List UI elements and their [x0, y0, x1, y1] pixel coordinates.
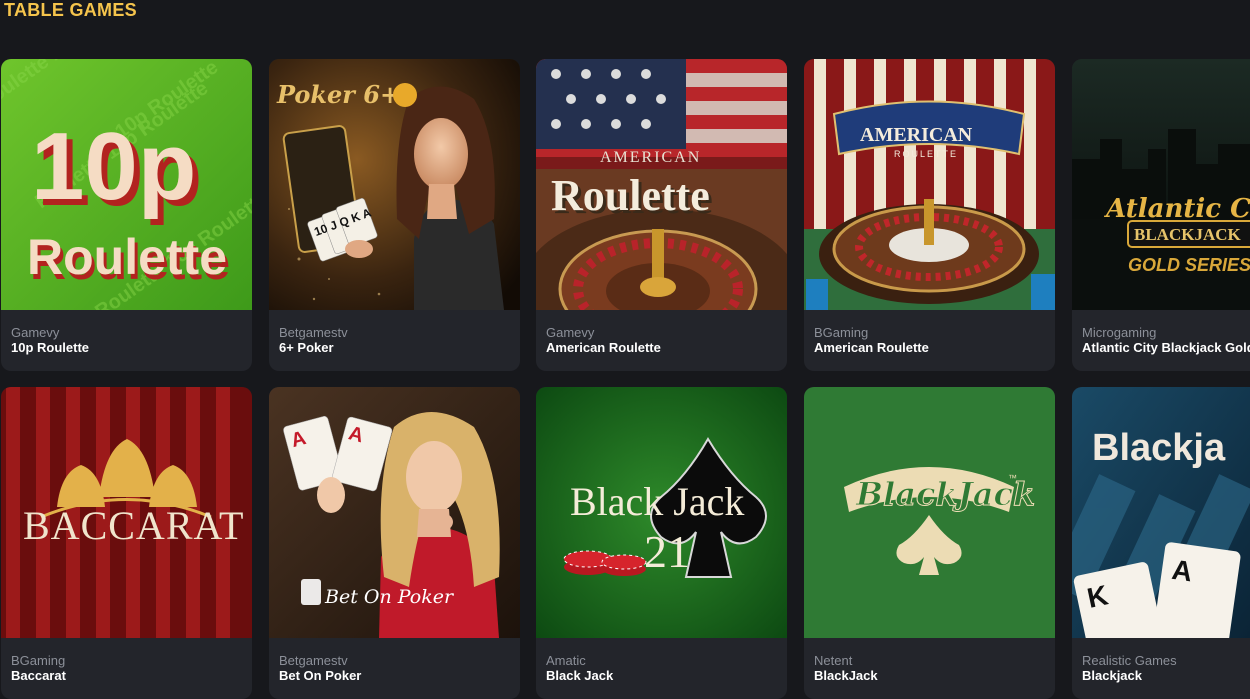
game-card-blackjack-realistic[interactable]: Blackja K A Realistic Games Blackjack: [1072, 387, 1250, 699]
art-text: BLACKJACK: [1134, 225, 1242, 244]
art-text: Atlantic City: [1103, 194, 1250, 224]
art-text: A: [1170, 554, 1194, 588]
game-card-american-roulette-bgaming[interactable]: AMERICAN ROULETTE BGaming American Roule…: [804, 59, 1055, 371]
game-title[interactable]: Bet On Poker: [279, 668, 361, 683]
game-logo: Poker 6+: [276, 80, 400, 109]
art-text: AMERICAN: [860, 124, 973, 146]
art-text: BACCARAT: [23, 503, 244, 548]
game-logo: Bet On Poker: [324, 586, 455, 608]
game-provider: Amatic: [546, 653, 586, 668]
game-title[interactable]: Baccarat: [11, 668, 66, 683]
game-thumbnail[interactable]: 10 J Q K A Poker 6+: [269, 59, 520, 310]
game-thumbnail[interactable]: AMERICAN ROULETTE: [804, 59, 1055, 310]
game-provider: Realistic Games: [1082, 653, 1177, 668]
art-text: Black Jack: [570, 479, 744, 524]
game-title[interactable]: 6+ Poker: [279, 340, 348, 355]
art-text: AMERICAN: [600, 149, 701, 166]
game-thumbnail[interactable]: A A Bet On Poker: [269, 387, 520, 638]
game-provider: Microgaming: [1082, 325, 1157, 340]
game-card-baccarat[interactable]: BACCARAT BGaming Baccarat: [1, 387, 252, 699]
game-thumbnail[interactable]: BACCARAT: [1, 387, 252, 638]
game-card-black-jack[interactable]: Black Jack 21 Amatic Black Jack: [536, 387, 787, 699]
trademark: ™: [1008, 473, 1017, 483]
game-title[interactable]: Blackjack: [1082, 668, 1177, 683]
game-thumbnail[interactable]: Atlantic City BLACKJACK GOLD SERIES: [1072, 59, 1250, 310]
game-provider: Betgamestv: [279, 653, 348, 668]
game-card-bet-on-poker[interactable]: A A Bet On Poker Betgamestv Bet On Poker: [269, 387, 520, 699]
game-title[interactable]: Black Jack: [546, 668, 613, 683]
art-text: 21: [644, 526, 690, 577]
game-provider: Gamevy: [546, 325, 595, 340]
game-card-10p-roulette[interactable]: Roulette 10p Roulette Roulette 10p Roule…: [1, 59, 252, 371]
game-title[interactable]: 10p Roulette: [11, 340, 89, 355]
game-title[interactable]: BlackJack: [814, 668, 878, 683]
game-title[interactable]: Atlantic City Blackjack Gold: [1082, 340, 1250, 355]
art-text: GOLD SERIES: [1128, 255, 1250, 275]
game-provider: Netent: [814, 653, 853, 668]
game-card-american-roulette-gamevy[interactable]: AMERICAN Roulette Roulette Gamevy Americ…: [536, 59, 787, 371]
game-title[interactable]: American Roulette: [814, 340, 929, 355]
game-thumbnail[interactable]: Roulette 10p Roulette Roulette 10p Roule…: [1, 59, 252, 310]
section-title: TABLE GAMES: [4, 0, 137, 20]
art-text: 10p: [31, 113, 196, 220]
game-thumbnail[interactable]: BlackJack ™: [804, 387, 1055, 638]
game-card-blackjack-netent[interactable]: BlackJack ™ Netent BlackJack: [804, 387, 1055, 699]
art-text: Roulette: [27, 229, 227, 285]
game-provider: Gamevy: [11, 325, 60, 340]
art-text: ROULETTE: [894, 149, 958, 159]
art-text: Roulette: [551, 171, 710, 220]
game-provider: BGaming: [814, 325, 869, 340]
game-card-atlantic-city-blackjack-gold[interactable]: Atlantic City BLACKJACK GOLD SERIES Micr…: [1072, 59, 1250, 371]
game-title[interactable]: American Roulette: [546, 340, 661, 355]
game-provider: Betgamestv: [279, 325, 348, 340]
game-thumbnail[interactable]: Black Jack 21: [536, 387, 787, 638]
art-text: Blackja: [1092, 427, 1226, 469]
game-thumbnail[interactable]: Blackja K A: [1072, 387, 1250, 638]
game-card-6plus-poker[interactable]: 10 J Q K A Poker 6+ Betgamestv 6+ Poker: [269, 59, 520, 371]
game-thumbnail[interactable]: AMERICAN Roulette Roulette: [536, 59, 787, 310]
game-provider: BGaming: [11, 653, 66, 668]
